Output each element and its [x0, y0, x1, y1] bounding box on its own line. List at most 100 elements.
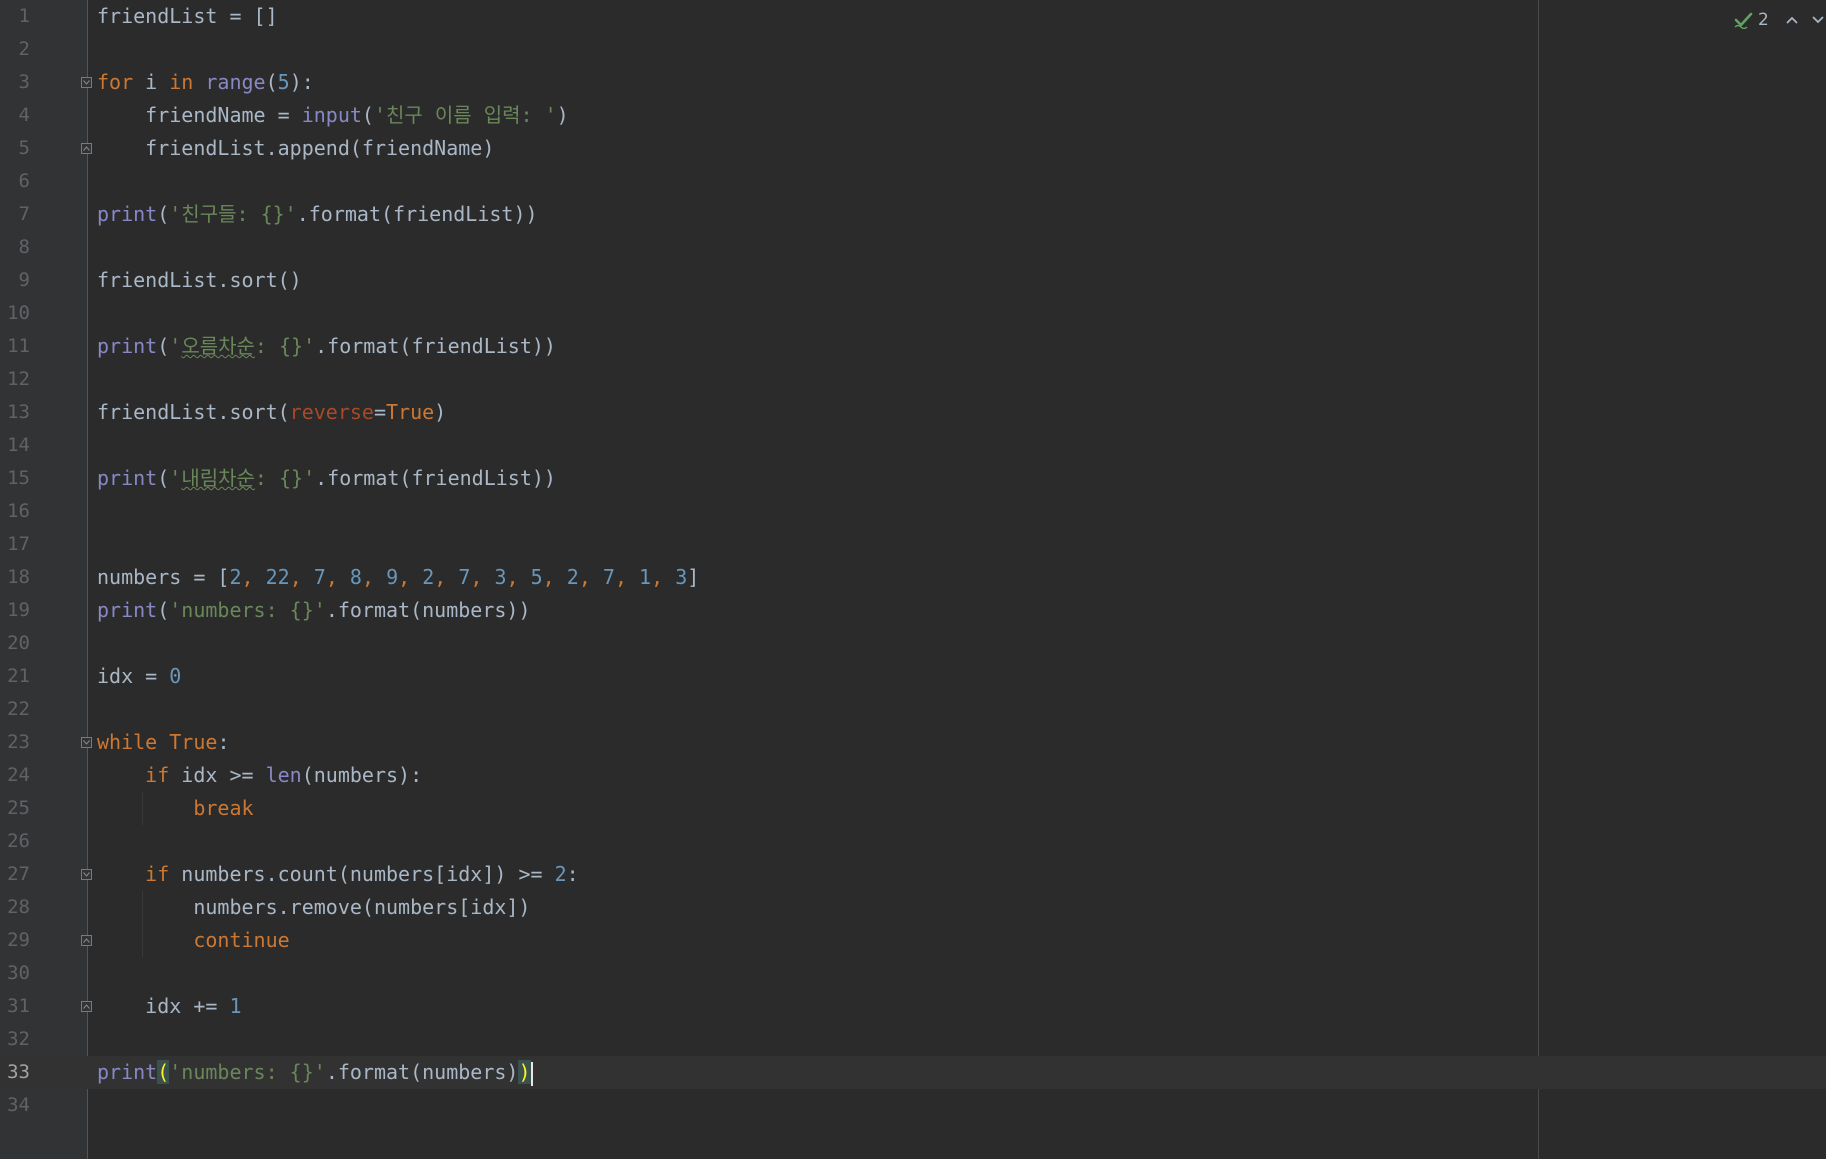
code-text[interactable]: friendName = input('친구 이름 입력: '): [97, 99, 569, 132]
code-line[interactable]: 18 numbers = [2, 22, 7, 8, 9, 2, 7, 3, 5,…: [0, 561, 1826, 594]
code-token: (numbers):: [301, 763, 423, 787]
code-text[interactable]: print('친구들: {}'.format(friendList)): [97, 198, 538, 231]
fold-end-icon[interactable]: [81, 143, 92, 154]
code-text[interactable]: friendList = []: [97, 0, 278, 33]
code-token: 5: [277, 70, 290, 94]
code-text[interactable]: continue: [97, 924, 289, 957]
line-number: 5: [18, 137, 30, 159]
code-line[interactable]: 28 numbers.remove(numbers[idx]): [0, 891, 1826, 924]
code-line[interactable]: 16: [0, 495, 1826, 528]
code-line[interactable]: 4 friendName = input('친구 이름 입력: '): [0, 99, 1826, 132]
code-token: ,: [398, 565, 423, 589]
code-text[interactable]: idx += 1: [97, 990, 241, 1023]
code-text[interactable]: print('numbers: {}'.format(numbers)): [97, 1056, 533, 1089]
code-token: 7: [602, 565, 615, 589]
code-token: 3: [494, 565, 507, 589]
code-line[interactable]: 2: [0, 33, 1826, 66]
code-token: (: [157, 334, 170, 358]
code-token: True: [386, 400, 435, 424]
code-line[interactable]: 22: [0, 693, 1826, 726]
code-token: while: [97, 730, 158, 754]
code-line[interactable]: 21 idx = 0: [0, 660, 1826, 693]
chevron-up-icon[interactable]: [1785, 15, 1799, 25]
code-line[interactable]: 10: [0, 297, 1826, 330]
code-token: ,: [542, 565, 567, 589]
code-line[interactable]: 7 print('친구들: {}'.format(friendList)): [0, 198, 1826, 231]
line-number: 19: [7, 599, 30, 621]
code-line[interactable]: 26: [0, 825, 1826, 858]
code-token: print: [97, 334, 158, 358]
line-number: 2: [18, 38, 30, 60]
fold-end-icon[interactable]: [81, 935, 92, 946]
code-token: ): [518, 1060, 531, 1084]
code-token: numbers.count(numbers[idx]) >=: [169, 862, 555, 886]
code-token: '친구들: {}': [169, 202, 297, 226]
code-token: =: [373, 400, 386, 424]
code-token: 0: [169, 664, 182, 688]
line-number: 23: [7, 731, 30, 753]
code-line[interactable]: 3 for i in range(5):: [0, 66, 1826, 99]
code-line[interactable]: 8: [0, 231, 1826, 264]
code-line[interactable]: 5 friendList.append(friendName): [0, 132, 1826, 165]
code-line[interactable]: 11 print('오름차순: {}'.format(friendList)): [0, 330, 1826, 363]
code-text[interactable]: friendList.sort(): [97, 264, 302, 297]
code-line[interactable]: 29 continue: [0, 924, 1826, 957]
code-token: range: [205, 70, 266, 94]
line-number: 18: [7, 566, 30, 588]
fold-collapse-icon[interactable]: [81, 869, 92, 880]
code-token: (: [265, 70, 278, 94]
code-line[interactable]: 1 friendList = []: [0, 0, 1826, 33]
fold-collapse-icon[interactable]: [81, 737, 92, 748]
code-text[interactable]: numbers = [2, 22, 7, 8, 9, 2, 7, 3, 5, 2…: [97, 561, 699, 594]
code-line[interactable]: 25 break: [0, 792, 1826, 825]
code-text[interactable]: numbers.remove(numbers[idx]): [97, 891, 530, 924]
chevron-down-icon[interactable]: [1811, 15, 1825, 25]
code-text[interactable]: if idx >= len(numbers):: [97, 759, 422, 792]
code-line[interactable]: 31 idx += 1: [0, 990, 1826, 1023]
fold-end-icon[interactable]: [81, 1001, 92, 1012]
code-line[interactable]: 23 while True:: [0, 726, 1826, 759]
line-number: 25: [7, 797, 30, 819]
code-line[interactable]: 33 print('numbers: {}'.format(numbers)): [0, 1056, 1826, 1089]
code-token: ): [434, 400, 447, 424]
code-line[interactable]: 12: [0, 363, 1826, 396]
code-text[interactable]: for i in range(5):: [97, 66, 314, 99]
code-text[interactable]: print('오름차순: {}'.format(friendList)): [97, 330, 556, 363]
code-token: ,: [241, 565, 266, 589]
code-line[interactable]: 20: [0, 627, 1826, 660]
code-line[interactable]: 17: [0, 528, 1826, 561]
code-line[interactable]: 27 if numbers.count(numbers[idx]) >= 2:: [0, 858, 1826, 891]
code-line[interactable]: 14: [0, 429, 1826, 462]
code-text[interactable]: break: [97, 792, 253, 825]
code-line[interactable]: 6: [0, 165, 1826, 198]
code-text[interactable]: friendList.sort(reverse=True): [97, 396, 446, 429]
code-editor[interactable]: 1 friendList = [] 2 3 for i in range(5): 4 fr…: [0, 0, 1826, 1159]
fold-collapse-icon[interactable]: [81, 77, 92, 88]
code-text[interactable]: while True:: [97, 726, 229, 759]
code-text[interactable]: friendList.append(friendName): [97, 132, 494, 165]
code-line[interactable]: 19 print('numbers: {}'.format(numbers)): [0, 594, 1826, 627]
code-line[interactable]: 13 friendList.sort(reverse=True): [0, 396, 1826, 429]
code-text[interactable]: print('내림차순: {}'.format(friendList)): [97, 462, 556, 495]
code-line[interactable]: 30: [0, 957, 1826, 990]
code-token: print: [97, 466, 158, 490]
code-text[interactable]: print('numbers: {}'.format(numbers)): [97, 594, 531, 627]
code-token: ):: [289, 70, 314, 94]
code-token: 7: [313, 565, 326, 589]
code-line[interactable]: 32: [0, 1023, 1826, 1056]
code-line[interactable]: 15 print('내림차순: {}'.format(friendList)): [0, 462, 1826, 495]
code-text[interactable]: if numbers.count(numbers[idx]) >= 2:: [97, 858, 579, 891]
code-line[interactable]: 24 if idx >= len(numbers):: [0, 759, 1826, 792]
code-line[interactable]: 9 friendList.sort(): [0, 264, 1826, 297]
inspection-widget[interactable]: 2: [1734, 8, 1826, 32]
code-token: .format(numbers)): [325, 598, 531, 622]
code-token: len: [265, 763, 302, 787]
code-token: :: [217, 730, 230, 754]
code-token: numbers = [: [97, 565, 230, 589]
check-warning-icon[interactable]: [1734, 11, 1754, 29]
code-text[interactable]: idx = 0: [97, 660, 181, 693]
line-number: 9: [18, 269, 30, 291]
code-line[interactable]: 34: [0, 1089, 1826, 1122]
code-token: ,: [361, 565, 387, 589]
